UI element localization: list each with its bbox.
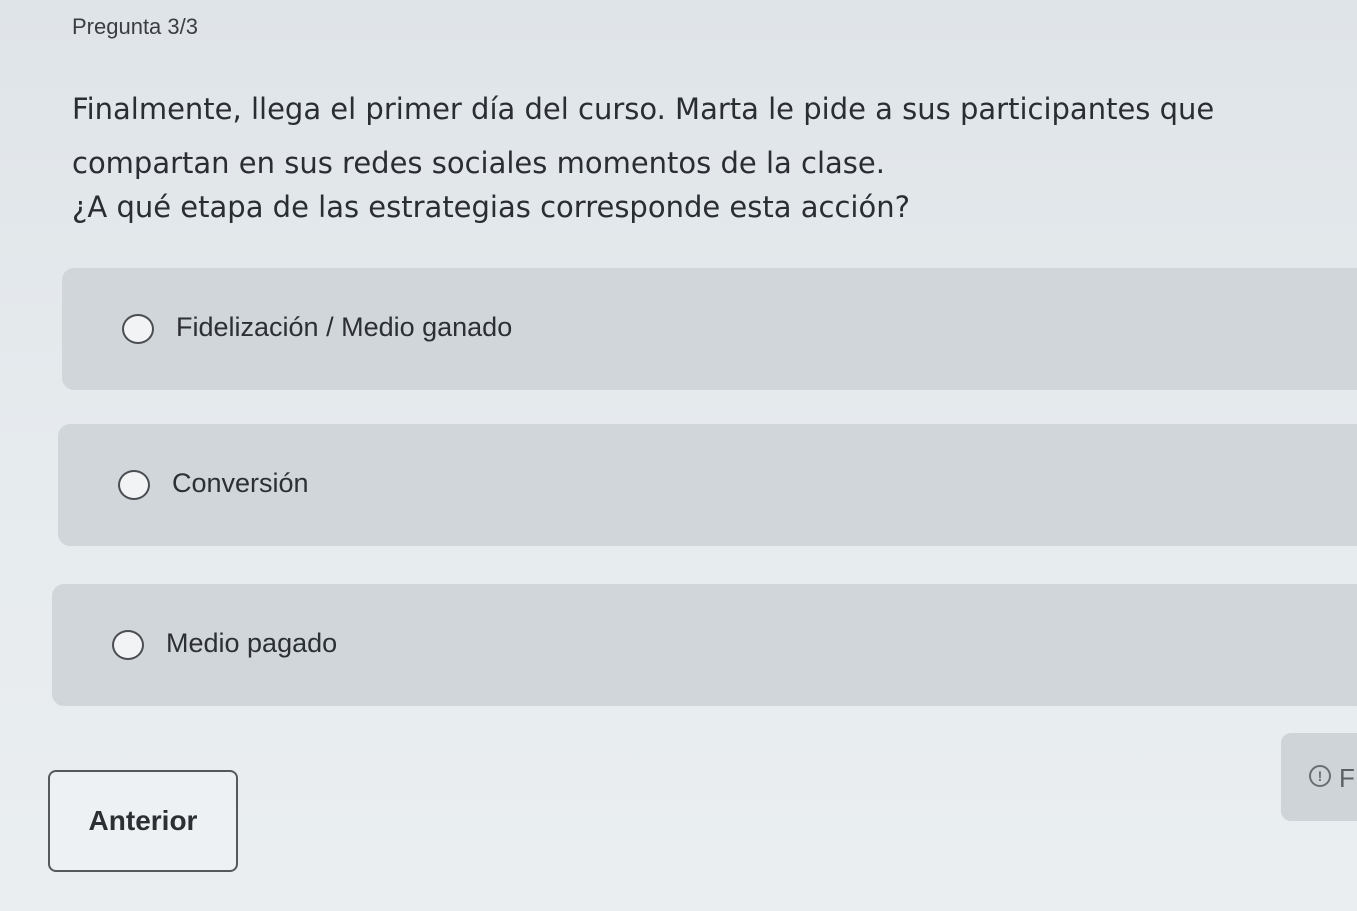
question-line-2: compartan en sus redes sociales momentos… [72,146,885,180]
question-text: Finalmente, llega el primer día del curs… [72,82,1352,190]
radio-button[interactable] [112,630,144,660]
answer-option-label: Fidelización / Medio ganado [176,312,513,342]
answer-option-3[interactable]: Medio pagado [52,584,1357,706]
radio-button[interactable] [118,470,150,500]
question-line-1: Finalmente, llega el primer día del curs… [72,92,1215,126]
finish-button[interactable]: ! F [1281,733,1357,821]
finish-button-label: F [1339,763,1355,793]
answer-option-label: Conversión [172,468,309,498]
question-counter: Pregunta 3/3 [72,14,198,39]
quiz-page: Pregunta 3/3 Finalmente, llega el primer… [0,0,1357,911]
alert-circle-icon: ! [1309,765,1331,787]
answer-option-2[interactable]: Conversión [58,424,1357,546]
answer-option-1[interactable]: Fidelización / Medio ganado [62,268,1357,390]
previous-button[interactable]: Anterior [48,770,238,872]
question-prompt: ¿A qué etapa de las estrategias correspo… [72,190,910,224]
radio-button[interactable] [122,314,154,344]
answer-option-label: Medio pagado [166,628,338,658]
